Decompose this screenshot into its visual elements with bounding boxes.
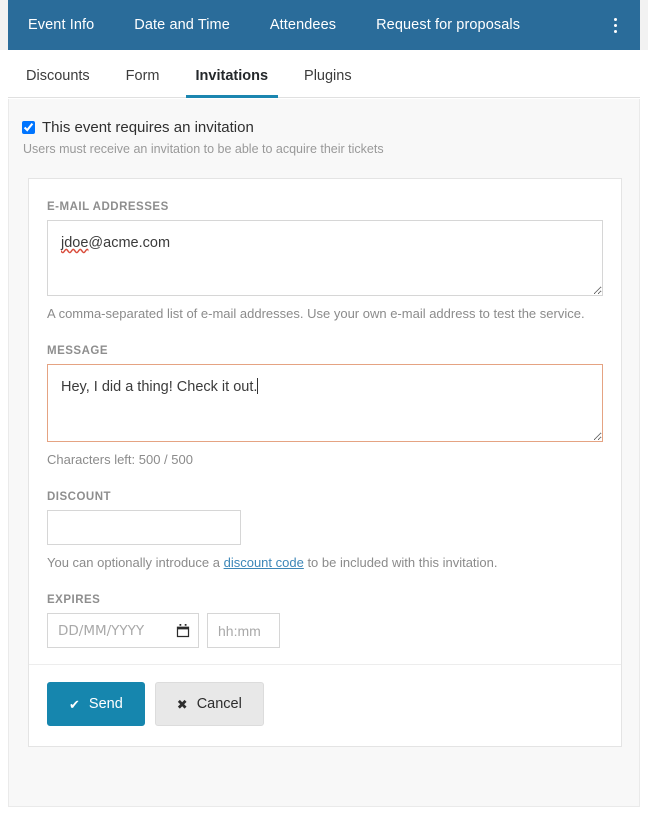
send-button[interactable]: ✔ Send [47, 682, 145, 727]
discount-help-before: You can optionally introduce a [47, 555, 224, 571]
expires-date-input[interactable] [47, 613, 199, 649]
requires-invitation-help: Users must receive an invitation to be a… [23, 142, 384, 156]
send-button-label: Send [88, 696, 123, 713]
message-character-counter: Characters left: 500 / 500 [47, 452, 193, 468]
invitations-panel: This event requires an invitation Users … [8, 99, 640, 807]
tab-form[interactable]: Form [108, 68, 178, 97]
nav-item-date-and-time[interactable]: Date and Time [114, 0, 250, 50]
expires-row [47, 613, 603, 649]
invitation-form-body: E-MAIL ADDRESSES A comma-separated list … [29, 179, 621, 664]
cancel-button-label: Cancel [196, 696, 242, 713]
primary-nav-items: Event Info Date and Time Attendees Reque… [8, 0, 598, 50]
message-label: MESSAGE [47, 345, 109, 358]
tab-invitations[interactable]: Invitations [178, 68, 287, 98]
message-input[interactable] [47, 364, 603, 443]
invitation-form-actions: ✔ Send ✖ Cancel [29, 664, 621, 746]
discount-help: You can optionally introduce a discount … [47, 553, 603, 573]
invitation-form-card: E-MAIL ADDRESSES A comma-separated list … [28, 178, 622, 748]
tab-plugins[interactable]: Plugins [286, 68, 370, 97]
expires-date-wrapper [47, 613, 199, 649]
kebab-dot [613, 23, 617, 27]
primary-navigation-bar: Event Info Date and Time Attendees Reque… [0, 0, 648, 50]
requires-invitation-row[interactable]: This event requires an invitation [22, 119, 639, 136]
kebab-dot [613, 29, 617, 33]
kebab-menu-icon[interactable] [598, 0, 632, 50]
nav-item-request-for-proposals[interactable]: Request for proposals [356, 0, 540, 50]
nav-left-edge [0, 0, 8, 50]
secondary-tab-bar: Discounts Form Invitations Plugins [8, 50, 640, 98]
nav-right-edge [640, 0, 648, 50]
discount-code-link[interactable]: discount code [224, 555, 304, 570]
discount-input[interactable] [47, 510, 241, 546]
expires-time-input[interactable] [207, 613, 280, 649]
close-x-icon: ✖ [176, 696, 188, 712]
check-icon: ✔ [69, 696, 80, 712]
requires-invitation-checkbox[interactable] [22, 121, 35, 134]
kebab-dot [613, 17, 617, 21]
app-window: Event Info Date and Time Attendees Reque… [0, 0, 648, 820]
tab-discounts[interactable]: Discounts [8, 68, 108, 97]
requires-invitation-label[interactable]: This event requires an invitation [42, 119, 254, 136]
nav-item-event-info[interactable]: Event Info [8, 0, 114, 50]
email-addresses-help: A comma-separated list of e-mail address… [47, 306, 585, 321]
discount-help-after: to be included with this invitation. [303, 555, 498, 571]
expires-label: EXPIRES [47, 594, 101, 607]
nav-item-attendees[interactable]: Attendees [250, 0, 356, 50]
discount-label: DISCOUNT [47, 491, 112, 504]
cancel-button[interactable]: ✖ Cancel [154, 682, 264, 727]
email-addresses-input[interactable] [47, 220, 603, 296]
email-addresses-label: E-MAIL ADDRESSES [47, 201, 169, 213]
requires-invitation-section: This event requires an invitation Users … [9, 99, 639, 156]
